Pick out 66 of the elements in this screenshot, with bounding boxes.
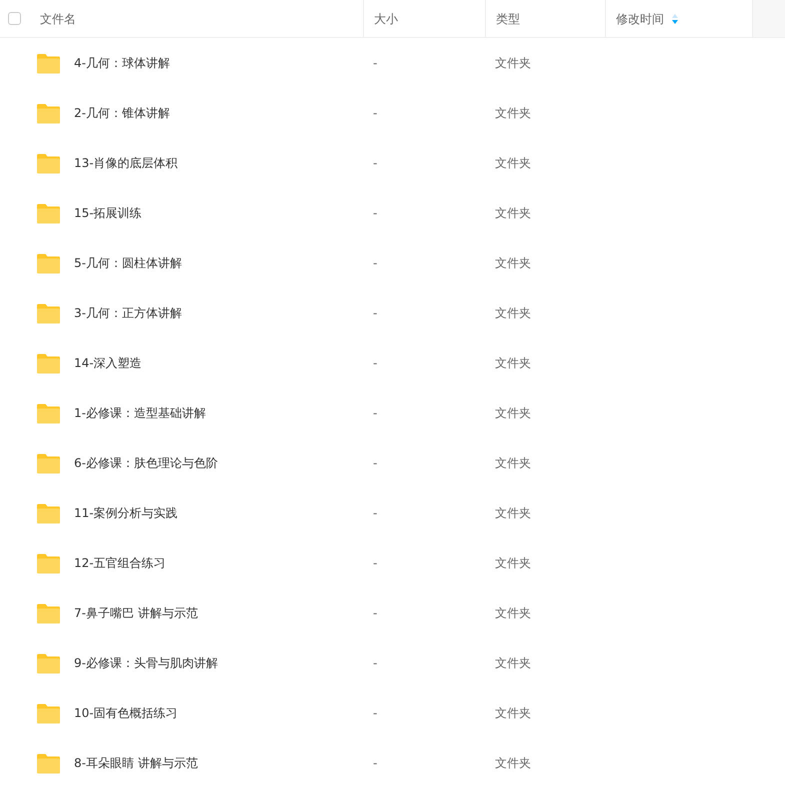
file-name[interactable]: 14-深入塑造 [74,354,142,372]
file-type: 文件夹 [495,306,531,320]
column-header[interactable]: 修改时间 [616,10,664,28]
file-name[interactable]: 6-必修课：肤色理论与色阶 [74,454,218,472]
column-header[interactable]: 类型 [496,10,520,28]
file-size: - [373,656,378,670]
folder-icon [36,152,61,174]
file-type: 文件夹 [495,356,531,370]
file-name[interactable]: 13-肖像的底层体积 [74,154,178,172]
file-size: - [373,356,378,370]
file-name[interactable]: 7-鼻子嘴巴 讲解与示范 [74,604,198,622]
folder-icon [36,252,61,274]
file-name[interactable]: 10-固有色概括练习 [74,704,178,722]
file-size: - [373,206,378,220]
file-size: - [373,756,378,770]
file-size: - [373,306,378,320]
file-type: 文件夹 [495,756,531,770]
file-name[interactable]: 15-拓展训练 [74,204,142,222]
sort-icon[interactable] [672,14,678,24]
file-size: - [373,456,378,470]
file-size: - [373,606,378,620]
file-size: - [373,256,378,270]
file-size: - [373,706,378,720]
file-type: 文件夹 [495,706,531,720]
folder-icon [36,652,61,674]
folder-icon [36,602,61,624]
folder-icon [36,52,61,74]
file-type: 文件夹 [495,506,531,520]
file-name[interactable]: 3-几何：正方体讲解 [74,304,182,322]
file-size: - [373,56,378,70]
folder-icon [36,702,61,724]
folder-icon [36,402,61,424]
file-name[interactable]: 11-案例分析与实践 [74,504,178,522]
file-type: 文件夹 [495,406,531,420]
file-size: - [373,506,378,520]
select-all-checkbox[interactable] [8,12,21,25]
file-name[interactable]: 4-几何：球体讲解 [74,54,170,72]
file-name[interactable]: 5-几何：圆柱体讲解 [74,254,182,272]
file-type: 文件夹 [495,156,531,170]
file-type: 文件夹 [495,106,531,120]
file-name[interactable]: 8-耳朵眼睛 讲解与示范 [74,754,198,772]
file-type: 文件夹 [495,656,531,670]
file-type: 文件夹 [495,606,531,620]
file-type: 文件夹 [495,206,531,220]
file-size: - [373,556,378,570]
folder-icon [36,752,61,774]
file-size: - [373,406,378,420]
file-type: 文件夹 [495,256,531,270]
folder-icon [36,452,61,474]
folder-icon [36,102,61,124]
file-type: 文件夹 [495,56,531,70]
file-name[interactable]: 9-必修课：头骨与肌肉讲解 [74,654,218,672]
folder-icon [36,202,61,224]
folder-icon [36,302,61,324]
file-size: - [373,156,378,170]
folder-icon [36,352,61,374]
column-header[interactable]: 大小 [374,10,398,28]
file-size: - [373,106,378,120]
file-name[interactable]: 2-几何：锥体讲解 [74,104,170,122]
file-name[interactable]: 12-五官组合练习 [74,554,166,572]
file-type: 文件夹 [495,456,531,470]
file-name[interactable]: 1-必修课：造型基础讲解 [74,404,206,422]
folder-icon [36,502,61,524]
column-header[interactable]: 文件名 [40,10,76,28]
folder-icon [36,552,61,574]
file-type: 文件夹 [495,556,531,570]
